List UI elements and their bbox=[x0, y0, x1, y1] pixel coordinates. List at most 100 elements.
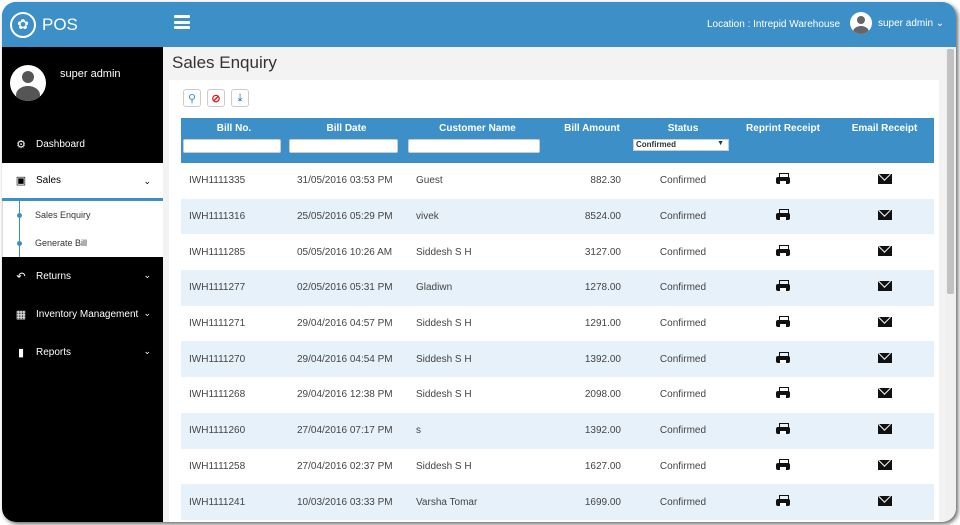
print-icon[interactable] bbox=[776, 351, 790, 364]
bill-no-cell: IWH1111277 bbox=[189, 282, 246, 294]
bill-date-filter-input[interactable] bbox=[289, 139, 399, 153]
bill-date-cell: 02/05/2016 05:31 PM bbox=[297, 282, 393, 294]
column-header-reprint-receipt: Reprint Receipt bbox=[731, 118, 835, 163]
envelope-icon[interactable] bbox=[877, 388, 892, 399]
status-filter-select[interactable]: Confirmed ▼ bbox=[633, 139, 729, 151]
email-receipt-cell bbox=[835, 234, 934, 270]
email-receipt-cell bbox=[835, 377, 934, 413]
customer-name-filter-input[interactable] bbox=[408, 139, 540, 153]
envelope-icon[interactable] bbox=[877, 281, 892, 292]
print-icon[interactable] bbox=[776, 494, 790, 507]
reprint-receipt-cell bbox=[731, 270, 835, 306]
status-cell: Confirmed bbox=[659, 318, 707, 330]
table-row[interactable]: IWH1111241 10/03/2016 03:33 PM Varsha Toma… bbox=[181, 484, 934, 520]
bill-date-cell: 31/05/2016 03:53 PM bbox=[297, 175, 393, 187]
sidebar-item-sales[interactable]: ▣ Sales ⌄ bbox=[2, 163, 163, 201]
sidebar-subitem-label: Generate Bill bbox=[35, 238, 88, 248]
reprint-receipt-cell bbox=[731, 341, 835, 377]
sidebar-subitem-generate-bill[interactable]: Generate Bill bbox=[3, 229, 163, 257]
bill-date-cell: 25/05/2016 05:29 PM bbox=[297, 211, 393, 223]
search-icon[interactable]: ⚲ bbox=[183, 89, 201, 107]
bill-date-cell: 29/04/2016 12:38 PM bbox=[297, 389, 393, 401]
table-row[interactable]: IWH1111285 05/05/2016 10:26 AM Siddesh S H… bbox=[181, 234, 934, 270]
envelope-icon[interactable] bbox=[877, 174, 892, 185]
sidebar-item-inventory-management[interactable]: ▦ Inventory Management ⌄ bbox=[2, 295, 163, 333]
email-receipt-cell bbox=[835, 413, 934, 449]
cubes-icon: ▦ bbox=[15, 308, 27, 321]
table-row[interactable]: IWH1111277 02/05/2016 05:31 PM Gladiwn 1278… bbox=[181, 270, 934, 306]
status-cell: Confirmed bbox=[659, 175, 707, 187]
bill-amount-cell: 1627.00 bbox=[584, 460, 621, 472]
bill-amount-cell: 1392.00 bbox=[584, 353, 621, 365]
chevron-down-icon: ⌄ bbox=[143, 308, 151, 318]
print-icon[interactable] bbox=[776, 423, 790, 435]
reprint-receipt-cell bbox=[731, 449, 835, 485]
brand[interactable]: ✿ POS bbox=[2, 2, 162, 47]
print-icon[interactable] bbox=[776, 387, 790, 399]
profile-name: super admin bbox=[60, 68, 121, 80]
bill-no-cell: IWH1111285 bbox=[189, 246, 246, 258]
chevron-down-icon: ⌄ bbox=[143, 270, 151, 280]
avatar bbox=[10, 65, 46, 101]
sidebar-item-label: Sales bbox=[36, 175, 62, 186]
column-header-email-receipt: Email Receipt bbox=[835, 118, 934, 163]
cancel-icon[interactable]: ⊘ bbox=[207, 89, 225, 107]
bill-date-cell: 29/04/2016 04:54 PM bbox=[297, 353, 393, 365]
table-header-row: Bill No. Bill Date Customer Name Bill Am… bbox=[181, 118, 934, 163]
bill-no-cell: IWH1111241 bbox=[189, 496, 246, 508]
table-row[interactable]: IWH1111258 27/04/2016 02:37 PM Siddesh S H… bbox=[181, 449, 934, 485]
vertical-scrollbar[interactable] bbox=[945, 47, 956, 522]
bill-date-cell: 27/04/2016 07:17 PM bbox=[297, 425, 393, 437]
table-row[interactable]: IWH1111271 29/04/2016 04:57 PM Siddesh S H… bbox=[181, 306, 934, 342]
scrollbar-thumb[interactable] bbox=[947, 49, 954, 294]
money-icon: ▣ bbox=[15, 175, 27, 187]
top-bar: ✿ POS Location : Intrepid Warehouse supe… bbox=[2, 2, 956, 47]
sidebar-item-label: Reports bbox=[36, 346, 72, 358]
table-row[interactable]: IWH1111260 27/04/2016 07:17 PM s 1392.00 Con… bbox=[181, 412, 934, 449]
print-icon[interactable] bbox=[776, 316, 790, 328]
envelope-icon[interactable] bbox=[877, 459, 892, 470]
table-row[interactable]: IWH1111316 25/05/2016 05:29 PM vivek 8524.0… bbox=[181, 198, 934, 235]
envelope-icon[interactable] bbox=[877, 424, 892, 435]
print-icon[interactable] bbox=[776, 173, 790, 185]
sidebar-subitem-sales-enquiry[interactable]: Sales Enquiry bbox=[3, 201, 163, 229]
sidebar-item-returns[interactable]: ↶ Returns ⌄ bbox=[2, 257, 163, 295]
print-icon[interactable] bbox=[776, 244, 790, 257]
toolbar: ⚲ ⊘ ⤓ bbox=[183, 89, 249, 107]
table-row[interactable]: IWH1111268 29/04/2016 12:38 PM Siddesh S H… bbox=[181, 377, 934, 413]
bill-date-cell: 29/04/2016 04:57 PM bbox=[297, 318, 393, 330]
email-receipt-cell bbox=[835, 449, 934, 485]
bill-date-cell: 05/05/2016 10:26 AM bbox=[297, 246, 393, 258]
sidebar-item-reports[interactable]: ▮ Reports ⌄ bbox=[2, 333, 163, 371]
table-row[interactable]: IWH1111270 29/04/2016 04:54 PM Siddesh S H… bbox=[181, 341, 934, 378]
location-label: Location : Intrepid Warehouse bbox=[707, 19, 841, 30]
bar-chart-icon: ▮ bbox=[17, 346, 25, 359]
table-row[interactable]: IWH1111335 31/05/2016 03:53 PM Guest 882.30… bbox=[181, 163, 934, 199]
avatar bbox=[850, 12, 872, 34]
envelope-icon[interactable] bbox=[877, 210, 892, 221]
bill-date-cell: 27/04/2016 02:37 PM bbox=[297, 460, 393, 472]
bill-amount-cell: 3127.00 bbox=[584, 246, 621, 258]
user-menu[interactable]: super admin ⌄ bbox=[850, 12, 944, 34]
print-icon[interactable] bbox=[776, 209, 790, 221]
envelope-icon[interactable] bbox=[877, 245, 892, 256]
envelope-icon[interactable] bbox=[877, 317, 892, 328]
sales-submenu: Sales Enquiry Generate Bill bbox=[2, 201, 163, 257]
bill-no-filter-input[interactable] bbox=[183, 139, 281, 153]
customer-name-cell: vivek bbox=[416, 211, 439, 223]
download-icon[interactable]: ⤓ bbox=[231, 89, 249, 107]
menu-toggle-icon[interactable] bbox=[174, 15, 190, 29]
customer-name-cell: Siddesh S H bbox=[416, 389, 472, 401]
envelope-icon[interactable] bbox=[877, 352, 892, 363]
print-icon[interactable] bbox=[776, 458, 790, 471]
reprint-receipt-cell bbox=[731, 413, 835, 449]
bill-amount-cell: 1392.00 bbox=[584, 425, 621, 437]
print-icon[interactable] bbox=[776, 280, 790, 292]
envelope-icon[interactable] bbox=[877, 495, 892, 506]
sidebar-item-dashboard[interactable]: ⚙ Dashboard bbox=[2, 125, 163, 163]
reprint-receipt-cell bbox=[731, 163, 835, 199]
customer-name-cell: Varsha Tomar bbox=[416, 496, 478, 508]
customer-name-cell: s bbox=[416, 425, 421, 437]
column-header-bill-amount: Bill Amount bbox=[549, 118, 635, 163]
email-receipt-cell bbox=[835, 484, 934, 520]
